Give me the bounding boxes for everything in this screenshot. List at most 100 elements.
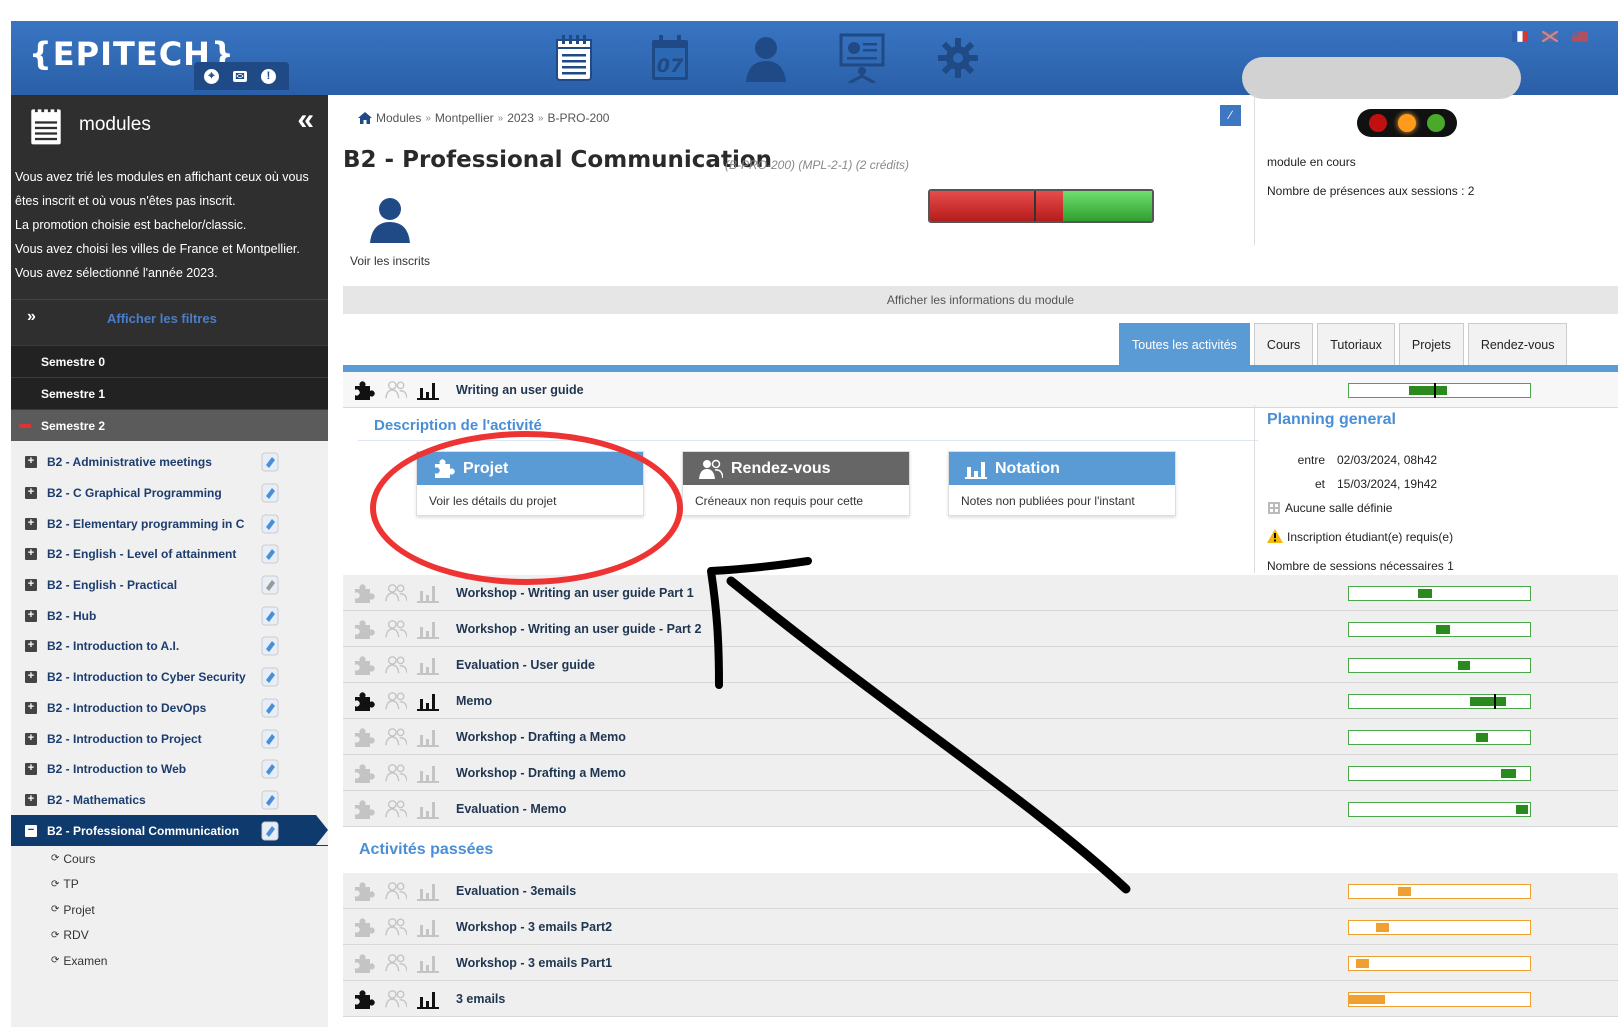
activity-timeline <box>1348 956 1531 971</box>
activity-row[interactable]: Workshop - Writing an user guide - Part … <box>343 611 1618 647</box>
activity-title: Memo <box>456 693 493 708</box>
tab-projets[interactable]: Projets <box>1398 323 1464 365</box>
activity-row[interactable]: Workshop - Drafting a Memo <box>343 719 1618 755</box>
semester-0[interactable]: Semestre 0 <box>11 345 328 377</box>
breadcrumb-modules[interactable]: Modules <box>376 111 421 125</box>
past-activity-row[interactable]: Workshop - 3 emails Part2 <box>343 909 1618 945</box>
tab-tutoriaux[interactable]: Tutoriaux <box>1317 323 1395 365</box>
breadcrumb: Modules» Montpellier» 2023» B-PRO-200 <box>358 111 609 125</box>
module-item[interactable]: + B2 - Introduction to A.I. <box>11 631 328 662</box>
activity-row[interactable]: Workshop - Writing an user guide Part 1 <box>343 575 1618 611</box>
tab-all-activities[interactable]: Toutes les activités <box>1119 323 1250 365</box>
expand-icon[interactable]: + <box>25 763 37 776</box>
people-icon <box>385 583 408 610</box>
project-card[interactable]: Projet Voir les détails du projet <box>416 451 644 516</box>
semester-2[interactable]: Semestre 2 <box>11 409 328 441</box>
tag-icon <box>261 452 279 472</box>
location-icon[interactable]: ⌖ <box>204 68 219 84</box>
past-activity-row[interactable]: Workshop - 3 emails Part1 <box>343 945 1618 981</box>
past-activity-row[interactable]: Evaluation - 3emails <box>343 873 1618 909</box>
puzzle-icon <box>353 881 375 908</box>
grading-card-body: Notes non publiées pour l'instant <box>961 494 1135 508</box>
mail-icon[interactable]: ✉ <box>233 70 247 83</box>
alert-icon[interactable]: ! <box>261 68 276 84</box>
appointment-card-body: Créneaux non requis pour cette <box>695 494 864 508</box>
activity-timeline <box>1348 694 1531 709</box>
expand-icon[interactable]: + <box>25 701 37 714</box>
sub-item-projet[interactable]: ⟳ Projet <box>11 897 328 923</box>
presentation-icon[interactable] <box>839 31 885 85</box>
module-item[interactable]: + B2 - Introduction to Cyber Security <box>11 662 328 693</box>
module-item[interactable]: + B2 - English - Practical <box>11 570 328 601</box>
collapse-icon[interactable]: − <box>25 824 37 837</box>
semester-1[interactable]: Semestre 1 <box>11 377 328 409</box>
expand-icon[interactable]: + <box>25 517 37 530</box>
activity-row[interactable]: Evaluation - User guide <box>343 647 1618 683</box>
module-item[interactable]: + B2 - C Graphical Programming <box>11 478 328 509</box>
show-filters-link[interactable]: Afficher les filtres <box>107 311 217 326</box>
flag-other-icon[interactable] <box>1572 31 1588 42</box>
module-item[interactable]: + B2 - Introduction to DevOps <box>11 693 328 724</box>
module-code-credits: (B-PRO-200) (MPL-2-1) (2 crédits) <box>725 158 910 172</box>
module-name: B2 - Hub <box>47 608 97 623</box>
notepad-icon[interactable] <box>551 31 597 85</box>
user-icon[interactable] <box>743 31 789 85</box>
show-module-info-bar[interactable]: Afficher les informations du module <box>343 286 1618 314</box>
breadcrumb-city[interactable]: Montpellier <box>435 111 494 125</box>
semester-label: Semestre 2 <box>41 418 106 433</box>
expand-icon[interactable]: + <box>25 671 37 684</box>
sub-item-tp[interactable]: ⟳ TP <box>11 871 328 897</box>
tab-cours[interactable]: Cours <box>1253 323 1314 365</box>
timeline-fill <box>1501 769 1516 778</box>
puzzle-icon <box>353 380 375 407</box>
sub-item-cours[interactable]: ⟳ Cours <box>11 846 328 872</box>
view-registered-link[interactable]: Voir les inscrits <box>350 195 430 268</box>
expand-filters-icon[interactable]: » <box>27 308 36 326</box>
expand-icon[interactable]: + <box>25 640 37 653</box>
module-item[interactable]: + B2 - Mathematics <box>11 785 328 816</box>
expand-icon[interactable]: + <box>25 487 37 500</box>
module-item[interactable]: + B2 - Hub <box>11 600 328 631</box>
module-item[interactable]: + B2 - English - Level of attainment <box>11 539 328 570</box>
tag-icon <box>261 821 279 841</box>
breadcrumb-year[interactable]: 2023 <box>507 111 534 125</box>
flag-uk-icon[interactable] <box>1542 31 1558 42</box>
past-activity-row[interactable]: 3 emails <box>343 981 1618 1017</box>
bar-chart-icon <box>417 799 439 826</box>
sidebar-title: modules <box>79 114 151 135</box>
appointment-card[interactable]: Rendez-vous Créneaux non requis pour cet… <box>682 451 910 516</box>
expand-icon[interactable]: + <box>25 579 37 592</box>
sub-item-examen[interactable]: ⟳ Examen <box>11 948 328 974</box>
activity-row[interactable]: Memo <box>343 683 1618 719</box>
show-filters-bar[interactable]: » Afficher les filtres <box>11 299 328 337</box>
module-item[interactable]: − B2 - Professional Communication <box>11 815 328 846</box>
appointment-card-header: Rendez-vous <box>683 452 909 485</box>
module-name: B2 - Professional Communication <box>47 823 240 838</box>
expand-icon[interactable]: + <box>25 793 37 806</box>
flag-fr-icon[interactable] <box>1512 31 1528 42</box>
home-icon[interactable] <box>358 112 372 124</box>
activity-row[interactable]: Writing an user guide <box>343 372 1618 408</box>
module-item[interactable]: + B2 - Introduction to Web <box>11 754 328 785</box>
tab-rendez-vous[interactable]: Rendez-vous <box>1467 323 1568 365</box>
expand-icon[interactable]: + <box>25 456 37 469</box>
search-input[interactable] <box>1242 57 1521 99</box>
expand-icon[interactable]: + <box>25 548 37 561</box>
activity-row[interactable]: Evaluation - Memo <box>343 791 1618 827</box>
module-item[interactable]: + B2 - Elementary programming in C <box>11 508 328 539</box>
sub-item-label: Cours <box>63 851 96 866</box>
edit-icon[interactable]: ∕ <box>1220 105 1241 126</box>
expand-icon[interactable]: + <box>25 732 37 745</box>
sub-item-rdv[interactable]: ⟳ RDV <box>11 922 328 948</box>
calendar-icon[interactable]: 07 <box>647 31 693 85</box>
grading-card[interactable]: Notation Notes non publiées pour l'insta… <box>948 451 1176 516</box>
timeline-fill <box>1408 386 1447 395</box>
expand-icon[interactable]: + <box>25 609 37 622</box>
activity-icons <box>353 727 439 754</box>
module-item[interactable]: + B2 - Administrative meetings <box>11 447 328 478</box>
puzzle-icon <box>353 691 375 718</box>
gear-icon[interactable] <box>935 31 981 85</box>
collapse-sidebar-button[interactable]: « <box>297 103 314 137</box>
activity-row[interactable]: Workshop - Drafting a Memo <box>343 755 1618 791</box>
module-item[interactable]: + B2 - Introduction to Project <box>11 723 328 754</box>
